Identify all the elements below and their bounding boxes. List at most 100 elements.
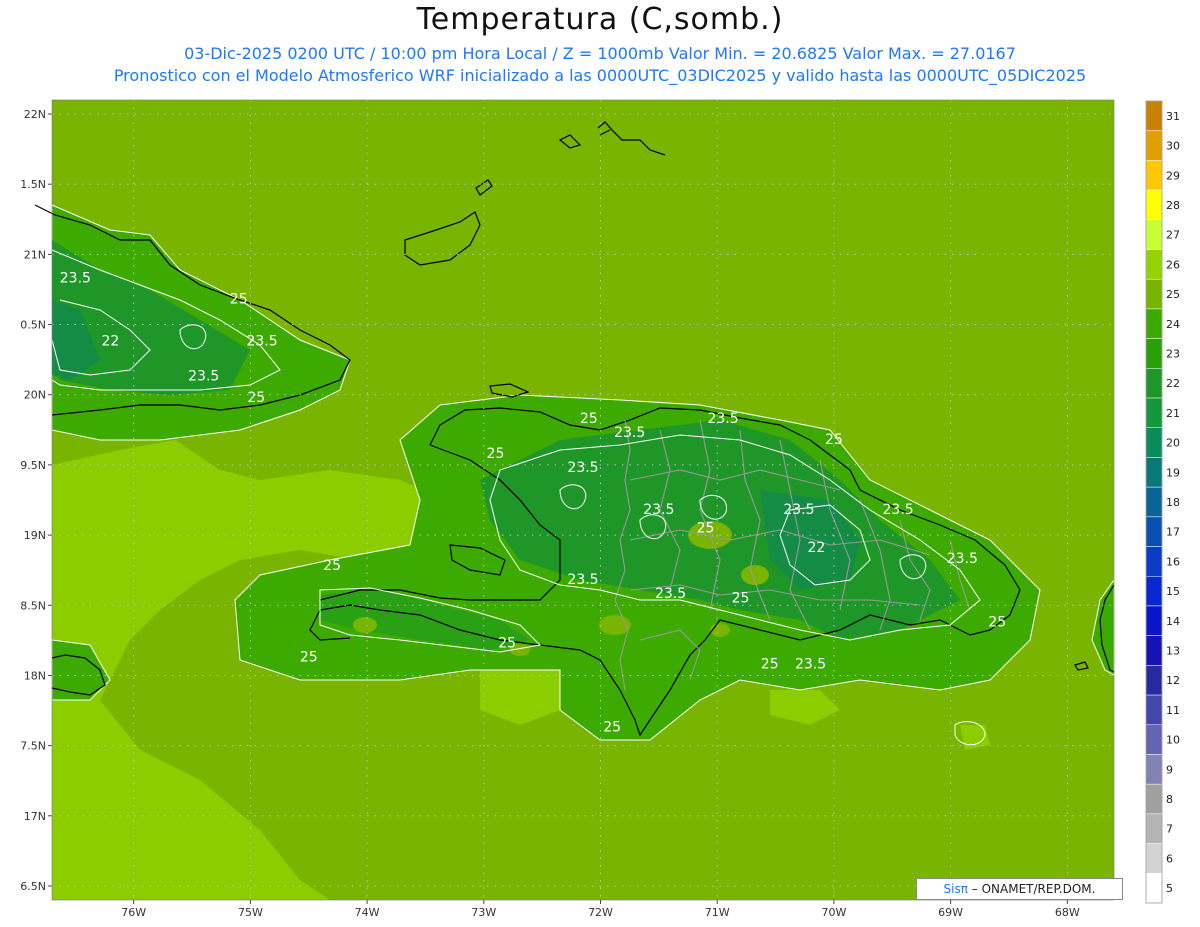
lat-label-8.5N: 8.5N xyxy=(20,599,46,612)
contour-label-8: 23.5 xyxy=(614,425,645,441)
contour-label-11: 23.5 xyxy=(567,460,598,476)
temperature-map: 23.5 25 23.5 22 23.5 25 25 25 23.5 23.5 25 23.5 23.5… xyxy=(20,99,1180,919)
colorbar-swatch-22 xyxy=(1145,368,1163,399)
colorbar-label-18: 18 xyxy=(1166,496,1180,509)
colorbar-swatch-10 xyxy=(1145,724,1163,755)
colorbar-swatch-6 xyxy=(1145,843,1163,874)
lat-label-17N: 17N xyxy=(24,810,46,823)
colorbar-label-23: 23 xyxy=(1166,347,1180,360)
credit-text: – ONAMET/REP.DOM. xyxy=(967,882,1096,896)
colorbar-swatch-12 xyxy=(1145,665,1163,696)
contour-label-13: 23.5 xyxy=(783,502,814,518)
colorbar-swatch-13 xyxy=(1145,635,1163,666)
colorbar-swatch-25 xyxy=(1145,278,1163,310)
lat-label-22N: 22N xyxy=(24,108,46,121)
credit-box: Sisπ – ONAMET/REP.DOM. xyxy=(916,878,1123,900)
colorbar-swatch-7 xyxy=(1145,813,1163,844)
colorbar-label-8: 8 xyxy=(1166,793,1173,806)
contour-label-22: 25 xyxy=(988,614,1006,630)
colorbar-swatch-8 xyxy=(1145,783,1163,815)
contour-label-26: 23.5 xyxy=(795,656,826,672)
colorbar-label-9: 9 xyxy=(1166,763,1173,776)
contour-label-16: 22 xyxy=(807,540,825,556)
lon-label-74W: 74W xyxy=(355,906,380,919)
colorbar-swatch-16 xyxy=(1145,546,1163,577)
contour-label-19: 23.5 xyxy=(567,572,598,588)
contour-label-18: 25 xyxy=(323,558,341,574)
contour-label-24: 25 xyxy=(498,635,516,651)
contour-label-4: 23.5 xyxy=(188,369,219,385)
contour-label-10: 25 xyxy=(825,432,843,448)
colorbar-swatch-20 xyxy=(1145,427,1163,458)
lon-label-72W: 72W xyxy=(588,906,613,919)
colorbar-swatch-19 xyxy=(1145,457,1163,488)
colorbar-label-19: 19 xyxy=(1166,466,1180,479)
lat-label-20N: 20N xyxy=(24,389,46,402)
colorbar-label-14: 14 xyxy=(1166,615,1180,628)
colorbar-label-7: 7 xyxy=(1166,823,1173,836)
colorbar-swatch-14 xyxy=(1145,605,1163,636)
contour-label-17: 23.5 xyxy=(947,551,978,567)
colorbar-label-5: 5 xyxy=(1166,882,1173,895)
colorbar-swatch-11 xyxy=(1145,694,1163,726)
contour-label-3: 22 xyxy=(101,334,119,350)
colorbar-swatch-5 xyxy=(1145,873,1163,904)
colorbar-swatch-18 xyxy=(1145,486,1163,518)
colorbar-label-17: 17 xyxy=(1166,526,1180,539)
colorbar-label-28: 28 xyxy=(1166,199,1180,212)
colorbar-swatch-9 xyxy=(1145,754,1163,785)
lat-label-19N: 19N xyxy=(24,529,46,542)
colorbar-label-31: 31 xyxy=(1166,110,1180,123)
colorbar-swatch-26 xyxy=(1145,249,1163,280)
lon-label-68W: 68W xyxy=(1055,906,1080,919)
colorbar-label-20: 20 xyxy=(1166,437,1180,450)
lon-label-69W: 69W xyxy=(938,906,963,919)
lat-label-6.5N: 6.5N xyxy=(20,880,46,893)
colorbar-label-16: 16 xyxy=(1166,555,1180,568)
contour-label-5: 25 xyxy=(247,390,265,406)
lat-label-18N: 18N xyxy=(24,669,46,682)
colorbar-label-22: 22 xyxy=(1166,377,1180,390)
colorbar-label-13: 13 xyxy=(1166,645,1180,658)
colorbar-label-30: 30 xyxy=(1166,140,1180,153)
colorbar-label-24: 24 xyxy=(1166,318,1180,331)
colorbar-swatch-23 xyxy=(1145,338,1163,369)
contour-label-21: 25 xyxy=(732,590,750,606)
colorbar-label-25: 25 xyxy=(1166,288,1180,301)
colorbar-label-15: 15 xyxy=(1166,585,1180,598)
lon-label-75W: 75W xyxy=(238,906,263,919)
colorbar-swatch-28 xyxy=(1145,189,1163,221)
colorbar-swatch-17 xyxy=(1145,516,1163,547)
colorbar-swatch-24 xyxy=(1145,308,1163,339)
warm-spot-4 xyxy=(353,617,377,633)
colorbar-swatch-21 xyxy=(1145,397,1163,428)
colorbar-label-27: 27 xyxy=(1166,229,1180,242)
contour-label-2: 23.5 xyxy=(246,334,277,350)
colorbar-swatch-31 xyxy=(1145,100,1163,131)
colorbar-swatch-27 xyxy=(1145,219,1163,250)
colorbar-label-21: 21 xyxy=(1166,407,1180,420)
lat-label-0.5N: 0.5N xyxy=(20,319,46,332)
colorbar-label-12: 12 xyxy=(1166,674,1180,687)
contour-label-27: 25 xyxy=(603,720,621,736)
colorbar-swatch-30 xyxy=(1145,130,1163,161)
lon-label-73W: 73W xyxy=(471,906,496,919)
colorbar-label-29: 29 xyxy=(1166,169,1180,182)
contour-label-9: 23.5 xyxy=(707,411,738,427)
lon-label-71W: 71W xyxy=(705,906,730,919)
contour-label-6: 25 xyxy=(487,446,505,462)
lat-label-21N: 21N xyxy=(24,248,46,261)
contour-label-15: 25 xyxy=(697,520,715,536)
credit-logo: Sisπ xyxy=(943,882,968,896)
contour-label-20: 23.5 xyxy=(655,586,686,602)
contour-label-7: 25 xyxy=(580,411,598,427)
contour-label-14: 23.5 xyxy=(883,502,914,518)
contour-label-25: 25 xyxy=(761,656,779,672)
lon-label-70W: 70W xyxy=(821,906,846,919)
contour-label-1: 25 xyxy=(230,292,248,308)
colorbar-swatch-29 xyxy=(1145,160,1163,191)
colorbar-label-6: 6 xyxy=(1166,852,1173,865)
contour-label-23: 25 xyxy=(300,649,318,665)
lon-label-76W: 76W xyxy=(121,906,146,919)
lat-label-9.5N: 9.5N xyxy=(20,459,46,472)
